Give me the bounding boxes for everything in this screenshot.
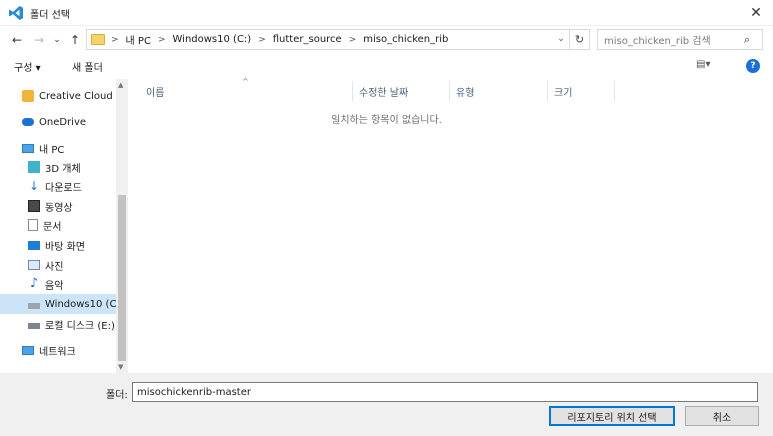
sidebar-item-label: 내 PC	[39, 144, 65, 156]
sidebar-item-3d-objects[interactable]: 3D 개체	[0, 157, 116, 177]
up-button[interactable]: ↑	[66, 31, 84, 49]
drive-icon	[28, 303, 40, 309]
dialog-footer: 폴더: misochickenrib-master 리포지토리 위치 선택 취소	[0, 373, 773, 436]
sidebar-item-label: Windows10 (C:)	[45, 298, 116, 310]
address-dropdown-button[interactable]: ⌄	[554, 31, 568, 47]
sidebar-item-videos[interactable]: 동영상	[0, 196, 116, 216]
column-header-type[interactable]: 유형	[450, 81, 548, 101]
search-icon[interactable]: ⌕	[744, 33, 767, 47]
main-area: Creative Cloud Fil OneDrive 내 PC 3D 개체 ↓…	[0, 77, 773, 373]
navigation-bar: ← → ⌄ ↑ > 내 PC > Windows10 (C:) > flutte…	[0, 27, 773, 53]
chevron-right-icon: >	[348, 34, 357, 45]
sidebar-item-label: 문서	[43, 221, 62, 233]
refresh-button[interactable]: ↻	[570, 29, 590, 50]
chevron-right-icon: >	[157, 34, 166, 45]
organize-button[interactable]: 구성 ▾	[14, 59, 41, 74]
sidebar-scrollbar[interactable]: ▲ ▼	[116, 79, 128, 373]
sidebar-item-label: 3D 개체	[45, 163, 81, 175]
3d-objects-icon	[28, 161, 40, 173]
breadcrumb-item[interactable]: 내 PC	[126, 32, 151, 47]
video-icon	[28, 200, 40, 212]
command-bar: 구성 ▾ 새 폴더 ▤▾ ?	[0, 53, 773, 79]
creative-cloud-icon	[22, 90, 34, 102]
sidebar-item-network[interactable]: 네트워크	[0, 340, 116, 360]
sidebar-item-pictures[interactable]: 사진	[0, 255, 116, 275]
window-title: 폴더 선택	[30, 10, 70, 21]
navigation-pane: Creative Cloud Fil OneDrive 내 PC 3D 개체 ↓…	[0, 79, 116, 373]
pc-icon	[22, 143, 34, 153]
sidebar-item-label: 사진	[45, 261, 64, 273]
desktop-icon	[28, 240, 40, 250]
sidebar-item-label: 동영상	[45, 202, 73, 214]
recent-locations-button[interactable]: ⌄	[48, 31, 66, 49]
sidebar-item-label: 로컬 디스크 (E:)	[45, 320, 115, 332]
new-folder-button[interactable]: 새 폴더	[72, 59, 103, 74]
folder-label: 폴더:	[106, 390, 128, 401]
onedrive-icon	[22, 118, 34, 126]
sidebar-item-label: 네트워크	[39, 346, 76, 358]
cancel-button[interactable]: 취소	[685, 406, 759, 426]
empty-list-message: 일치하는 항목이 없습니다.	[331, 115, 442, 126]
address-bar[interactable]: > 내 PC > Windows10 (C:) > flutter_source…	[86, 29, 570, 50]
column-header-size[interactable]: 크기	[548, 81, 615, 101]
network-icon	[22, 345, 34, 355]
folder-icon	[91, 34, 105, 45]
breadcrumb-item[interactable]: Windows10 (C:)	[173, 34, 252, 45]
help-button[interactable]: ?	[746, 59, 760, 73]
scrollbar-thumb[interactable]	[118, 195, 126, 361]
folder-name-input[interactable]: misochickenrib-master	[132, 382, 758, 402]
file-list[interactable]: ^ 이름 수정한 날짜 유형 크기 일치하는 항목이 없습니다.	[128, 77, 773, 373]
column-header-date-modified[interactable]: 수정한 날짜	[353, 81, 450, 101]
sidebar-item-label: 바탕 화면	[45, 241, 85, 253]
forward-button[interactable]: →	[30, 31, 48, 49]
sidebar-item-creative-cloud[interactable]: Creative Cloud Fil	[0, 86, 116, 106]
sidebar-item-local-disk-e[interactable]: 로컬 디스크 (E:)	[0, 314, 116, 334]
breadcrumb-item[interactable]: miso_chicken_rib	[363, 34, 448, 45]
view-options-button[interactable]: ▤▾	[696, 59, 710, 70]
sidebar-item-this-pc[interactable]: 내 PC	[0, 138, 116, 158]
sidebar-item-label: Creative Cloud Fil	[39, 90, 116, 102]
sidebar-item-windows10-c[interactable]: Windows10 (C:)	[0, 294, 116, 314]
sidebar-item-label: 다운로드	[45, 182, 82, 194]
sidebar-item-onedrive[interactable]: OneDrive	[0, 112, 116, 132]
drive-icon	[28, 323, 40, 329]
vscode-icon	[9, 6, 23, 20]
sidebar-item-desktop[interactable]: 바탕 화면	[0, 235, 116, 255]
chevron-right-icon: >	[111, 34, 119, 45]
title-bar: 폴더 선택 ✕	[0, 0, 773, 26]
sidebar-item-label: OneDrive	[39, 116, 87, 128]
download-icon: ↓	[28, 179, 40, 193]
chevron-right-icon: >	[258, 34, 266, 45]
scroll-up-icon[interactable]: ▲	[118, 81, 123, 89]
pictures-icon	[28, 260, 40, 270]
music-icon: ♪	[29, 276, 39, 291]
select-repository-location-button[interactable]: 리포지토리 위치 선택	[549, 406, 675, 426]
sidebar-item-documents[interactable]: 문서	[0, 215, 116, 235]
sidebar-item-music[interactable]: ♪ 음악	[0, 274, 116, 294]
breadcrumb-item[interactable]: flutter_source	[273, 34, 342, 45]
column-header-name[interactable]: 이름	[128, 81, 353, 101]
back-button[interactable]: ←	[8, 31, 26, 49]
sidebar-item-label: 음악	[45, 280, 64, 292]
scroll-down-icon[interactable]: ▼	[118, 363, 123, 371]
sidebar-item-downloads[interactable]: ↓ 다운로드	[0, 176, 116, 196]
document-icon	[28, 219, 38, 231]
close-button[interactable]: ✕	[739, 0, 773, 26]
search-input[interactable]: miso_chicken_rib 검색	[597, 29, 763, 50]
